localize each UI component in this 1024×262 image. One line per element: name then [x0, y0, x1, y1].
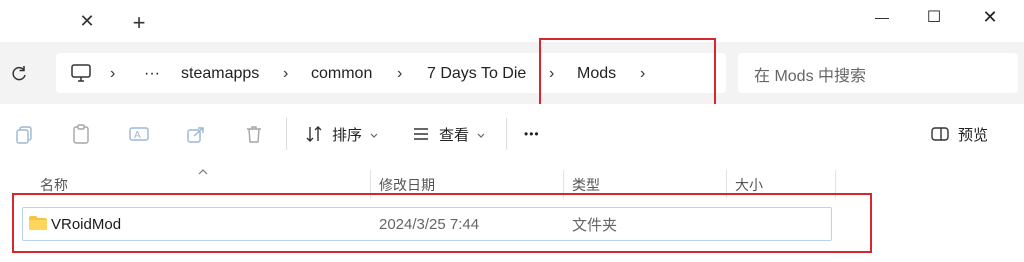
breadcrumb-overflow-button[interactable]: ···: [144, 63, 160, 85]
share-icon[interactable]: [184, 122, 208, 146]
search-placeholder[interactable]: 在 Mods 中搜索: [754, 63, 866, 85]
close-window-button[interactable]: ✕: [970, 2, 1010, 32]
highlight-box-mods: [539, 38, 716, 108]
this-pc-icon[interactable]: [70, 62, 92, 84]
rename-icon[interactable]: A: [127, 122, 151, 146]
toolbar-divider: [286, 118, 287, 150]
delete-icon[interactable]: [242, 122, 266, 146]
breadcrumb-7-days-to-die[interactable]: 7 Days To Die: [427, 63, 526, 85]
more-options-button[interactable]: •••: [524, 124, 540, 144]
breadcrumb-chevron-icon[interactable]: ›: [283, 63, 288, 85]
sort-icon[interactable]: [302, 122, 326, 146]
refresh-icon[interactable]: [8, 63, 30, 85]
maximize-button[interactable]: ☐: [914, 2, 954, 32]
sort-button[interactable]: 排序: [332, 124, 362, 144]
breadcrumb-steamapps[interactable]: steamapps: [181, 63, 259, 85]
breadcrumb-chevron-icon[interactable]: ›: [110, 63, 115, 85]
copy-icon[interactable]: [12, 122, 36, 146]
close-tab-button[interactable]: ✕: [78, 11, 96, 31]
view-button[interactable]: 查看: [439, 124, 469, 144]
toolbar-divider: [506, 118, 507, 150]
minimize-button[interactable]: —: [862, 2, 902, 32]
preview-pane-icon[interactable]: [928, 122, 952, 146]
new-tab-button[interactable]: +: [128, 10, 150, 35]
highlight-box-row: [12, 193, 872, 253]
view-icon[interactable]: [409, 122, 433, 146]
breadcrumb-common[interactable]: common: [311, 63, 372, 85]
preview-button[interactable]: 预览: [958, 124, 988, 144]
chevron-down-icon[interactable]: [369, 128, 379, 138]
breadcrumb-chevron-icon[interactable]: ›: [397, 63, 402, 85]
command-bar: [0, 104, 1024, 166]
sort-ascending-icon: [196, 164, 210, 175]
svg-text:A: A: [134, 130, 141, 141]
paste-icon[interactable]: [69, 122, 93, 146]
chevron-down-icon[interactable]: [476, 128, 486, 138]
